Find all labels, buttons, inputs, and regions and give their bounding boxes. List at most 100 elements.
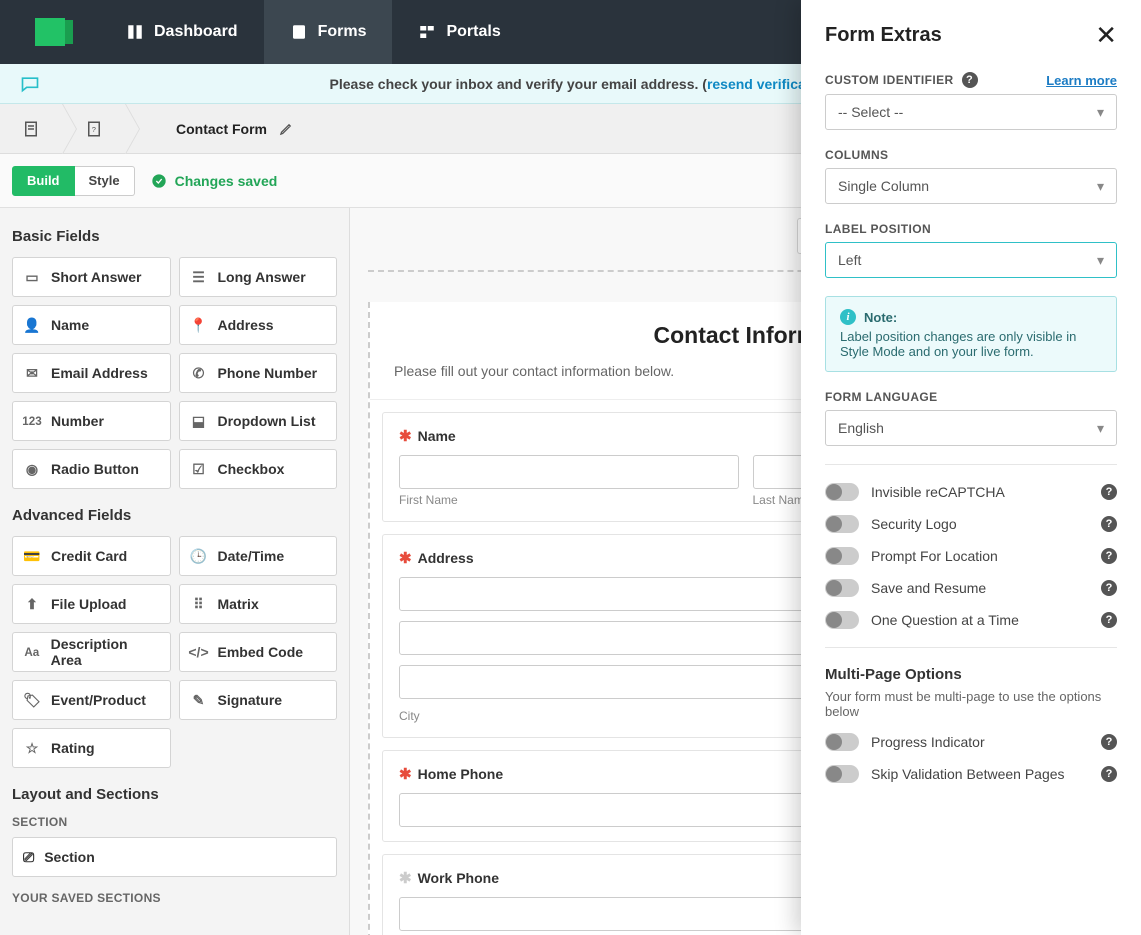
field-event-product[interactable]: 🏷Event/Product <box>12 680 171 720</box>
nav-forms-label: Forms <box>318 23 367 41</box>
form-language-select[interactable]: English <box>825 410 1117 446</box>
matrix-icon: ⠿ <box>190 595 208 613</box>
check-circle-icon <box>151 173 167 189</box>
toggle-switch[interactable] <box>825 547 859 565</box>
note-body: Label position changes are only visible … <box>840 329 1102 359</box>
first-name-input[interactable] <box>399 455 739 489</box>
field-signature[interactable]: ✎Signature <box>179 680 338 720</box>
logo[interactable] <box>0 0 100 64</box>
upload-icon: ⬆ <box>23 595 41 613</box>
verify-text: Please check your inbox and verify your … <box>330 76 707 92</box>
multipage-title: Multi-Page Options <box>825 666 1117 683</box>
field-datetime[interactable]: 🕒Date/Time <box>179 536 338 576</box>
svg-text:?: ? <box>92 125 96 134</box>
field-email[interactable]: ✉Email Address <box>12 353 171 393</box>
info-icon: i <box>840 309 856 325</box>
field-phone[interactable]: ✆Phone Number <box>179 353 338 393</box>
long-answer-icon: ☰ <box>190 268 208 286</box>
toggle-switch[interactable] <box>825 611 859 629</box>
field-radio[interactable]: ◉Radio Button <box>12 449 171 489</box>
toggle-switch[interactable] <box>825 765 859 783</box>
field-name[interactable]: 👤Name <box>12 305 171 345</box>
tag-icon: 🏷 <box>23 691 41 709</box>
divider <box>825 647 1117 648</box>
help-icon[interactable]: ? <box>1101 734 1117 750</box>
saved-sections-label: YOUR SAVED SECTIONS <box>12 891 337 905</box>
nav-portals[interactable]: Portals <box>392 0 526 64</box>
toggle-prompt-location: Prompt For Location ? <box>825 547 1117 565</box>
logo-icon <box>35 18 65 46</box>
label-position-select[interactable]: Left <box>825 242 1117 278</box>
note-box: iNote: Label position changes are only v… <box>825 296 1117 372</box>
help-icon[interactable]: ? <box>1101 516 1117 532</box>
learn-more-link[interactable]: Learn more <box>1046 73 1117 88</box>
field-embed[interactable]: </>Embed Code <box>179 632 338 672</box>
toggle-save-resume: Save and Resume ? <box>825 579 1117 597</box>
field-long-answer[interactable]: ☰Long Answer <box>179 257 338 297</box>
card-icon: 💳 <box>23 547 41 565</box>
nav-dashboard[interactable]: Dashboard <box>100 0 264 64</box>
field-rating[interactable]: ☆Rating <box>12 728 171 768</box>
phone-icon: ✆ <box>190 364 208 382</box>
crumb-current: Contact Form <box>126 121 294 137</box>
field-matrix[interactable]: ⠿Matrix <box>179 584 338 624</box>
radio-icon: ◉ <box>23 460 41 478</box>
custom-identifier-select[interactable]: -- Select -- <box>825 94 1117 130</box>
nav-forms[interactable]: Forms <box>264 0 393 64</box>
dashboard-icon <box>126 23 144 41</box>
document-icon <box>22 119 40 139</box>
style-tab[interactable]: Style <box>75 166 135 196</box>
help-icon[interactable]: ? <box>962 72 978 88</box>
toggle-switch[interactable] <box>825 579 859 597</box>
field-checkbox[interactable]: ☑Checkbox <box>179 449 338 489</box>
optional-icon: ✱ <box>399 869 412 887</box>
crumb-forms[interactable] <box>0 104 63 153</box>
field-section[interactable]: ⎚Section <box>12 837 337 877</box>
panel-title: Form Extras <box>825 24 942 47</box>
person-icon: 👤 <box>23 316 41 334</box>
build-style-toggle: Build Style <box>12 166 135 196</box>
help-icon[interactable]: ? <box>1101 484 1117 500</box>
dropdown-icon: ⬓ <box>190 412 208 430</box>
columns-select[interactable]: Single Column <box>825 168 1117 204</box>
email-icon: ✉ <box>23 364 41 382</box>
toggle-one-question: One Question at a Time ? <box>825 611 1117 629</box>
help-icon[interactable]: ? <box>1101 548 1117 564</box>
field-label: Work Phone <box>418 870 499 886</box>
field-dropdown[interactable]: ⬓Dropdown List <box>179 401 338 441</box>
chat-icon <box>20 74 40 94</box>
toggle-progress-indicator: Progress Indicator ? <box>825 733 1117 751</box>
text-icon: Aa <box>23 643 41 661</box>
field-short-answer[interactable]: ▭Short Answer <box>12 257 171 297</box>
help-icon[interactable]: ? <box>1101 580 1117 596</box>
multipage-desc: Your form must be multi-page to use the … <box>825 689 1117 719</box>
pin-icon: 📍 <box>190 316 208 334</box>
forms-icon <box>290 23 308 41</box>
field-file-upload[interactable]: ⬆File Upload <box>12 584 171 624</box>
portals-icon <box>418 23 436 41</box>
field-address[interactable]: 📍Address <box>179 305 338 345</box>
fields-sidebar: Basic Fields ▭Short Answer ☰Long Answer … <box>0 208 350 935</box>
columns-label: COLUMNS <box>825 148 1117 162</box>
field-description[interactable]: AaDescription Area <box>12 632 171 672</box>
field-credit-card[interactable]: 💳Credit Card <box>12 536 171 576</box>
section-icon: ⎚ <box>23 849 34 866</box>
close-panel-button[interactable]: ✕ <box>1095 22 1117 48</box>
layout-sections-heading: Layout and Sections <box>12 786 337 803</box>
build-tab[interactable]: Build <box>12 166 75 196</box>
code-icon: </> <box>190 643 208 661</box>
toggle-switch[interactable] <box>825 515 859 533</box>
field-number[interactable]: 123Number <box>12 401 171 441</box>
edit-icon[interactable] <box>279 121 294 136</box>
help-icon[interactable]: ? <box>1101 612 1117 628</box>
first-name-sublabel: First Name <box>399 493 739 507</box>
divider <box>825 464 1117 465</box>
field-label: Home Phone <box>418 766 504 782</box>
star-icon: ☆ <box>23 739 41 757</box>
toggle-switch[interactable] <box>825 483 859 501</box>
nav-portals-label: Portals <box>446 23 500 41</box>
toggle-switch[interactable] <box>825 733 859 751</box>
help-icon[interactable]: ? <box>1101 766 1117 782</box>
toggle-skip-validation: Skip Validation Between Pages ? <box>825 765 1117 783</box>
clock-icon: 🕒 <box>190 547 208 565</box>
